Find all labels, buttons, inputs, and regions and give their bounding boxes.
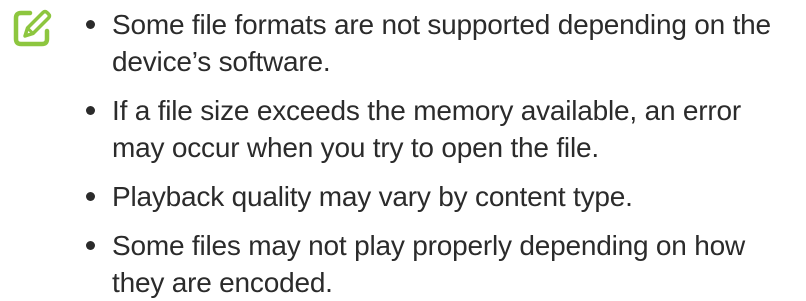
note-text: Some files may not play properly dependi… <box>112 230 746 298</box>
bullet-icon <box>86 20 95 29</box>
list-item: Playback quality may vary by content typ… <box>86 178 798 215</box>
bullet-icon <box>86 192 95 201</box>
note-text: If a file size exceeds the memory availa… <box>112 95 742 163</box>
list-item: If a file size exceeds the memory availa… <box>86 92 798 166</box>
bullet-icon <box>86 106 95 115</box>
note-pencil-icon <box>13 9 52 47</box>
note-list: Some file formats are not supported depe… <box>86 6 798 301</box>
note-text: Playback quality may vary by content typ… <box>112 181 633 212</box>
bullet-icon <box>86 241 95 250</box>
list-item: Some file formats are not supported depe… <box>86 6 798 80</box>
list-item: Some files may not play properly dependi… <box>86 227 798 301</box>
note-text: Some file formats are not supported depe… <box>112 9 771 77</box>
